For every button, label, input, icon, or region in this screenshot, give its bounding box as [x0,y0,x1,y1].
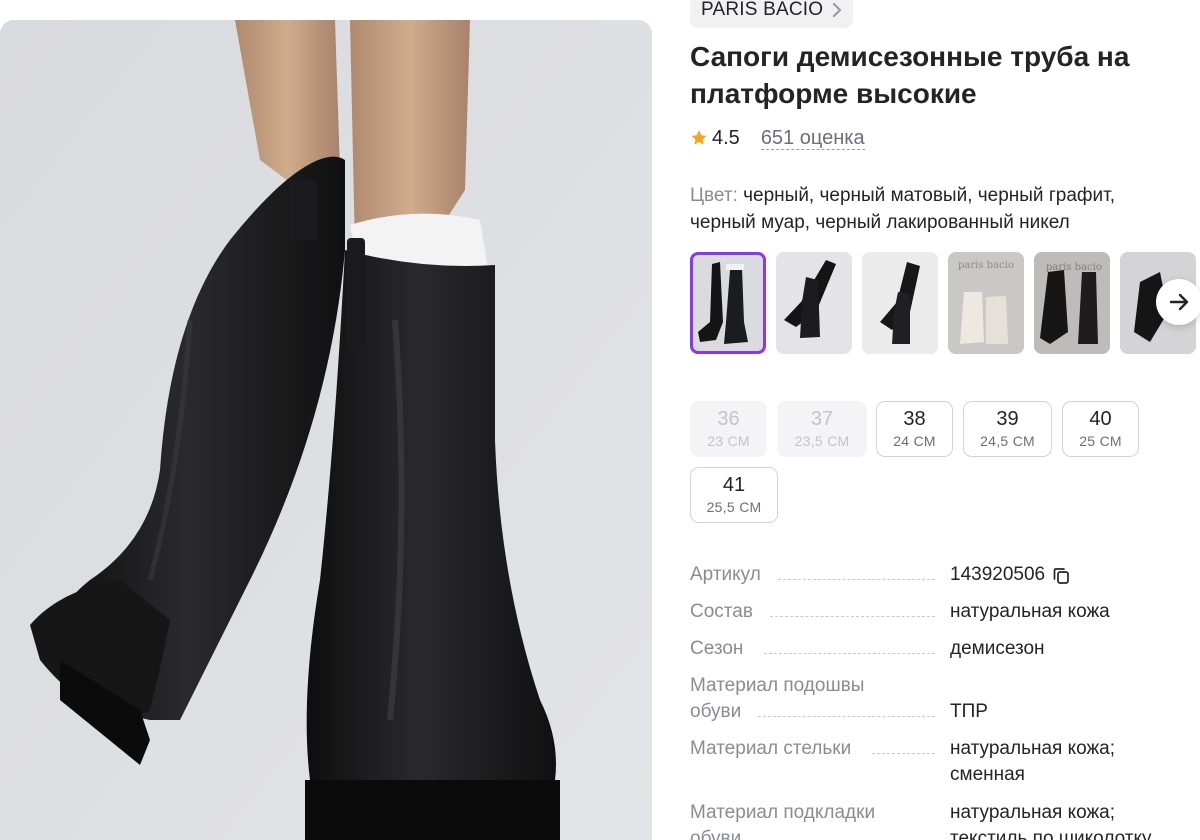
spec-key: Состав [690,601,753,622]
product-info-panel: PARIS BACIO Сапоги демисезонные труба на… [690,0,1200,840]
rating-score: 4.5 [712,126,740,149]
swatch-black-lacquer-nickel[interactable]: paris bacio [1034,252,1110,354]
spec-key: Сезон [690,638,744,659]
color-swatches: paris bacio paris bacio [690,252,1200,354]
size-option-41[interactable]: 41 25,5 СМ [690,467,778,523]
spec-value: ТПР [950,701,988,722]
brand-name: PARIS BACIO [701,0,824,20]
size-number: 40 [1089,408,1112,430]
product-title: Сапоги демисезонные труба на платформе в… [690,41,1130,109]
spec-value: натуральная кожа [950,601,1110,622]
swatch-black-moire[interactable]: paris bacio [948,252,1024,354]
boots-photo [0,20,652,840]
size-option-36[interactable]: 36 23 СМ [690,401,767,457]
size-option-40[interactable]: 40 25 СМ [1062,401,1139,457]
size-number: 37 [810,408,834,430]
spec-key: Материал подошвы обуви [690,675,865,722]
size-cm: 25,5 СМ [706,499,762,515]
spec-value: натуральная кожа; текстиль по шиколотку [950,802,1152,840]
size-number: 39 [996,408,1019,430]
spec-value: натуральная кожа; сменная [950,738,1116,785]
size-option-38[interactable]: 38 24 СМ [876,401,953,457]
star-icon [691,130,707,145]
swatch-black-graphite[interactable] [862,252,938,354]
spec-key: Материал стельки [690,738,852,759]
size-cm: 23,5 СМ [794,433,850,449]
size-cm: 25 СМ [1079,433,1122,449]
size-number: 41 [722,474,746,496]
product-main-image[interactable] [0,20,652,840]
color-label: Цвет: [690,185,738,206]
spec-key: Артикул [690,564,761,585]
size-number: 36 [717,408,740,430]
size-option-37[interactable]: 37 23,5 СМ [777,401,867,457]
size-number: 38 [903,408,926,430]
svg-text:paris bacio: paris bacio [958,260,1014,271]
swatch-black[interactable] [690,252,766,354]
article-number: 143920506 [950,564,1046,585]
swatch-black-matte[interactable] [776,252,852,354]
size-cm: 24 СМ [893,433,936,449]
arrow-right-icon [1169,293,1189,311]
spec-value: 143920506 [950,562,1200,588]
spec-value: демисезон [950,638,1045,659]
rating-block: 4.5 651 оценка [690,125,865,151]
size-cm: 23 СМ [707,433,750,449]
size-option-39[interactable]: 39 24,5 СМ [963,401,1052,457]
spec-key: Материал подкладки обуви [690,802,876,840]
size-cm: 24,5 СМ [980,433,1035,449]
chevron-right-icon [833,2,842,18]
copy-icon[interactable] [1051,565,1071,585]
color-value: черный, черный матовый, черный графит, ч… [690,185,1116,233]
brand-link[interactable]: PARIS BACIO [690,0,854,28]
reviews-link[interactable]: 651 оценка [760,127,865,150]
swatches-next-button[interactable] [1156,279,1200,325]
color-info: Цвет: черный, черный матовый, черный гра… [690,182,1160,236]
